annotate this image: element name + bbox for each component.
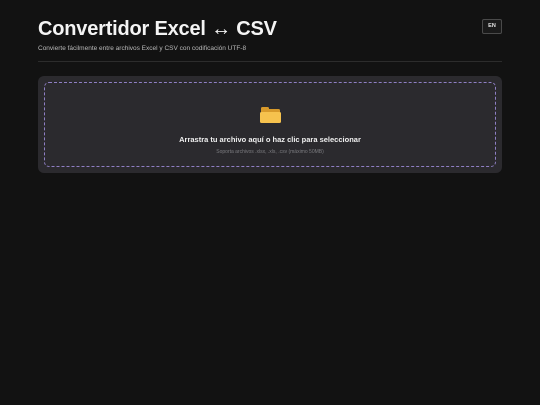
- folder-icon: [45, 104, 495, 129]
- dropzone-title: Arrastra tu archivo aquí o haz clic para…: [179, 135, 361, 144]
- dropzone-hint: Soporta archivos .xlsx, .xls, .csv (máxi…: [216, 149, 324, 155]
- file-dropzone[interactable]: Arrastra tu archivo aquí o haz clic para…: [44, 82, 496, 167]
- page-subtitle: Convierte fácilmente entre archivos Exce…: [38, 45, 247, 52]
- language-toggle-button[interactable]: EN: [482, 19, 502, 34]
- upload-card: Arrastra tu archivo aquí o haz clic para…: [38, 76, 502, 173]
- header: Convertidor Excel ↔ CSV Convierte fácilm…: [38, 17, 502, 62]
- page: Convertidor Excel ↔ CSV Convierte fácilm…: [0, 0, 540, 405]
- page-title: Convertidor Excel ↔ CSV: [38, 18, 277, 40]
